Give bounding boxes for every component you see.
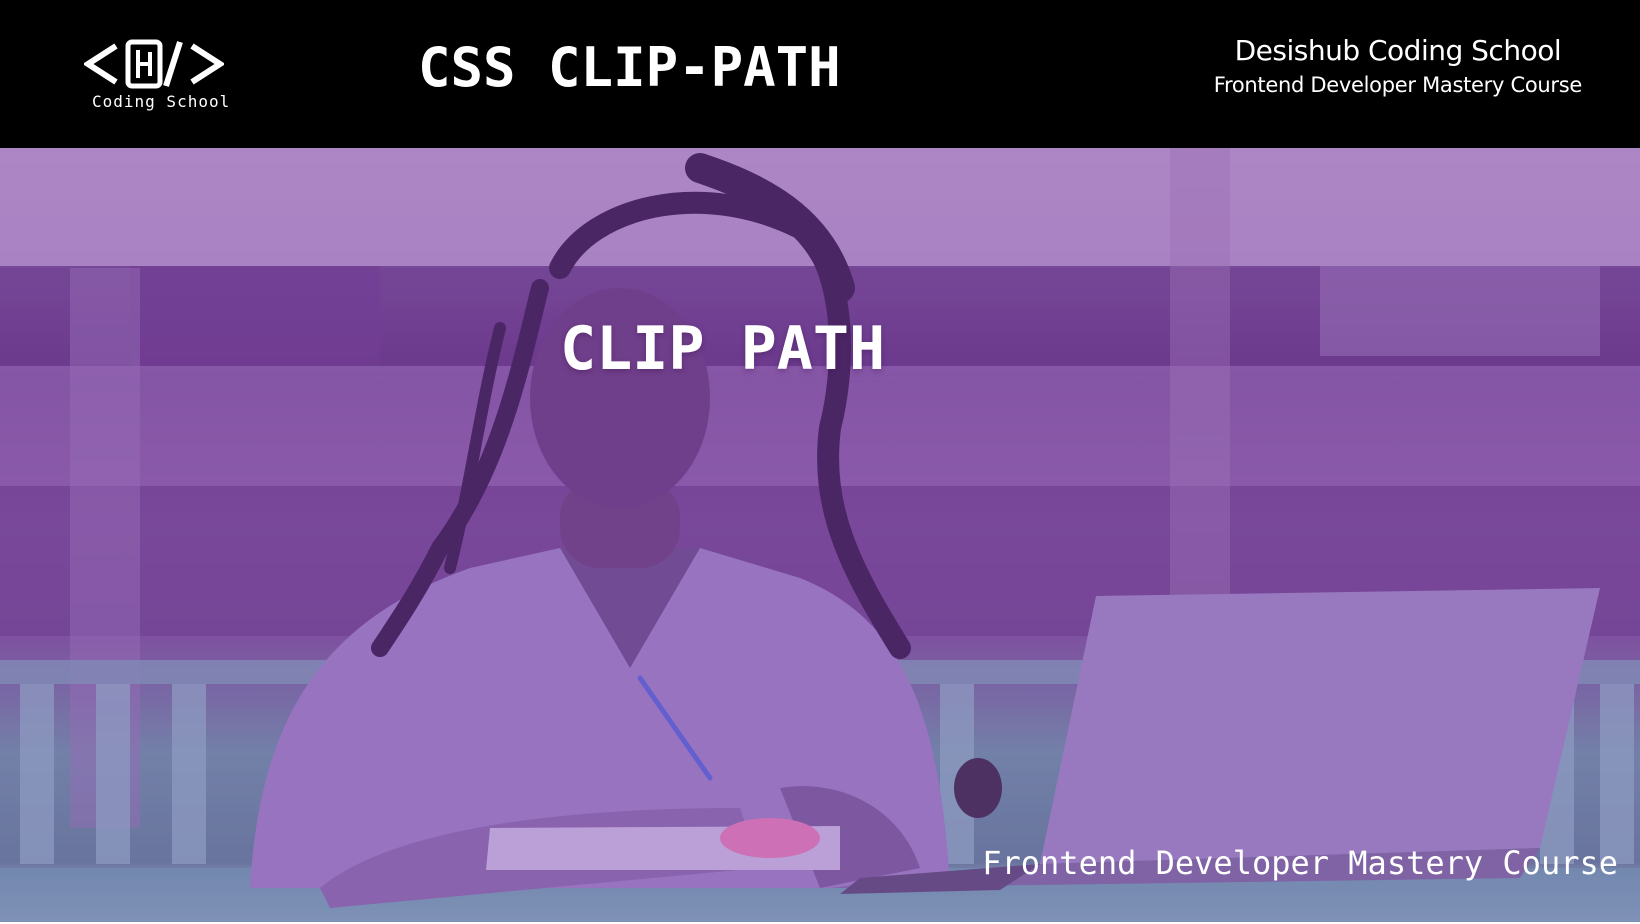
brand-block: Desishub Coding School Frontend Develope… <box>1213 32 1583 100</box>
top-banner: Coding School CSS CLIP-PATH Desishub Cod… <box>0 0 1640 148</box>
code-bracket-logo-icon <box>84 39 224 89</box>
hero-title: CLIP PATH <box>560 314 886 384</box>
hero-photo-illustration <box>0 148 1640 924</box>
hero-course-caption: Frontend Developer Mastery Course <box>982 844 1618 882</box>
school-logo: Coding School <box>84 38 229 114</box>
brand-course: Frontend Developer Mastery Course <box>1213 73 1583 97</box>
brand-name: Desishub Coding School <box>1234 34 1562 67</box>
page-title: CSS CLIP-PATH <box>418 36 841 99</box>
logo-subtitle: Coding School <box>92 92 231 111</box>
hero-image: CLIP PATH Frontend Developer Mastery Cou… <box>0 148 1640 924</box>
